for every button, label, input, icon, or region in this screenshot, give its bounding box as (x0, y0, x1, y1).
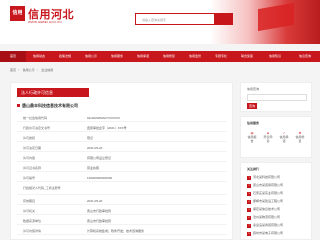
bullet-icon (17, 104, 20, 108)
row-value: 唐山市行政审批局 (87, 209, 112, 213)
breadcrumb-publicity[interactable]: 信用公示 (23, 68, 35, 72)
breadcrumb-current: 企业信用 (41, 68, 54, 72)
row-label: 许可编号 (23, 176, 36, 180)
row-label: 许可内容详情 (23, 229, 42, 233)
rank-item[interactable]: 7 秦皇岛某商贸有限公司 (247, 223, 283, 228)
row-value: 计算机系统集成；软件开发；技术咨询服务 (87, 229, 145, 233)
nav-service[interactable]: 信用服务 (104, 51, 130, 62)
rank-item[interactable]: 5 保定某信息技术公司 (247, 207, 280, 212)
company-name: 唐山鼎丰科技信息技术有限公司 (17, 103, 78, 109)
services-panel: 信用服务 ▤ 信用报告 ◈ 异议申诉 ✓ 信用承诺 ✚ 信用修复 (240, 116, 312, 158)
sidebar: 信用查询 查询 信用服务 ▤ 信用报告 ◈ 异议申诉 ✓ 信用承诺 ✚ 信用修复… (240, 82, 312, 240)
row-label: 行政许可决定文书号 (23, 126, 51, 130)
row-value: 有限公司设立登记 (87, 156, 112, 160)
side-search-button[interactable]: 查询 (247, 103, 257, 109)
detail-row: 统一社会信用代码 91130200MA07XXXXXX (17, 113, 227, 122)
breadcrumb-home[interactable]: 首页 (10, 68, 16, 72)
row-value: 唐山市行政审批局 (87, 219, 112, 223)
rank-item[interactable]: 6 沧州某物流有限公司 (247, 215, 280, 220)
row-label: 统一社会信用代码 (23, 116, 48, 120)
search-button[interactable] (214, 14, 232, 24)
detail-row: 许可决定日期 2021-05-20 (17, 143, 227, 152)
service-report[interactable]: ▤ 信用报告 (247, 131, 257, 143)
side-search-panel: 信用查询 查询 (240, 82, 312, 112)
detail-row: 行政相对人代码_工商注册号 (17, 183, 227, 195)
rank-item[interactable]: 3 石家庄某实业有限公司 (247, 191, 283, 196)
site-logo[interactable]: 信用 (10, 6, 25, 21)
row-label: 行政相对人代码_工商注册号 (23, 186, 61, 190)
row-label: 许可证书名称 (23, 166, 42, 170)
nav-special[interactable]: 专题专栏 (208, 51, 234, 62)
side-search-input[interactable] (247, 94, 307, 101)
detail-row: 许可机关 唐山市行政审批局 (17, 206, 227, 215)
row-value: 130200000000000 (87, 176, 113, 180)
site-url: WWW.HEBEI.GOV.CN (28, 20, 62, 24)
services-title: 信用服务 (247, 121, 260, 125)
section-title: 法人行政许可信息 (17, 88, 89, 97)
nav-repair[interactable]: 信用修复 (156, 51, 182, 62)
nav-commitment[interactable]: 信用承诺 (130, 51, 156, 62)
service-repair[interactable]: ✚ 信用修复 (295, 131, 305, 143)
row-label: 许可机关 (23, 209, 36, 213)
row-value: 登记 (87, 136, 94, 140)
side-search-title: 信用查询 (247, 87, 260, 91)
row-label: 许可决定日期 (23, 146, 42, 150)
detail-panel: 法人行政许可信息 唐山鼎丰科技信息技术有限公司 统一社会信用代码 91130200… (10, 82, 233, 240)
rank-item[interactable]: 8 廊坊市某电子有限公司 (247, 231, 283, 236)
row-label: 有效期自 (23, 199, 36, 203)
nav-query[interactable]: 信息查询 (290, 51, 320, 62)
main-nav: 首页 信用动态 政策法规 信用公示 信用服务 信用承诺 信用修复 信用监管 专题… (0, 51, 320, 62)
nav-rewards[interactable]: 联合奖惩 (234, 51, 260, 62)
row-value: 91130200MA07XXXXXX (87, 116, 120, 120)
row-label: 数据来源单位 (23, 219, 42, 223)
detail-row: 许可证书名称 营业执照 (17, 163, 227, 172)
row-label: 许可类别 (23, 136, 36, 140)
row-value: 冀唐审批企字〔2021〕XXX号 (87, 126, 127, 130)
nav-supervision[interactable]: 信用监管 (182, 51, 208, 62)
rank-item[interactable]: 1 河北某科技有限公司 (247, 175, 280, 180)
nav-knowledge[interactable]: 信用知识 (260, 51, 290, 62)
detail-row: 许可编号 130200000000000 (17, 173, 227, 182)
search-box[interactable]: 请输入查询关键字 (135, 13, 233, 25)
detail-row: 数据来源单位 唐山市行政审批局 (17, 216, 227, 225)
row-value: 营业执照 (87, 166, 100, 170)
detail-row: 行政许可决定文书号 冀唐审批企字〔2021〕XXX号 (17, 123, 227, 132)
row-value: 2021-05-20 (87, 146, 103, 150)
rank-item[interactable]: 4 邯郸市某建设工程公司 (247, 199, 283, 204)
service-commitment[interactable]: ✓ 信用承诺 (279, 131, 289, 143)
nav-credit-news[interactable]: 信用动态 (26, 51, 52, 62)
detail-row: 许可类别 登记 (17, 133, 227, 142)
rank-panel: 关注排行 1 河北某科技有限公司 2 唐山市某贸易有限公司 3 石家庄某实业有限公司 … (240, 162, 312, 240)
detail-row: 许可内容详情 计算机系统集成；软件开发；技术咨询服务 (17, 226, 227, 235)
row-label: 许可内容 (23, 156, 36, 160)
nav-publicity[interactable]: 信用公示 (78, 51, 104, 62)
site-header: 信用 信用河北 WWW.HEBEI.GOV.CN 请输入查询关键字 (0, 0, 320, 44)
search-input[interactable]: 请输入查询关键字 (142, 18, 166, 22)
nav-policy[interactable]: 政策法规 (52, 51, 78, 62)
detail-row: 许可内容 有限公司设立登记 (17, 153, 227, 162)
rank-item[interactable]: 2 唐山市某贸易有限公司 (247, 183, 283, 188)
breadcrumb: 首页 > 信用公示 > 企业信用 (10, 68, 54, 72)
service-appeal[interactable]: ◈ 异议申诉 (263, 131, 273, 143)
rank-title: 关注排行 (247, 167, 260, 171)
row-value: 2021-05-20 (87, 199, 103, 203)
detail-row: 有效期自 2021-05-20 (17, 196, 227, 205)
nav-home[interactable]: 首页 (0, 51, 26, 62)
